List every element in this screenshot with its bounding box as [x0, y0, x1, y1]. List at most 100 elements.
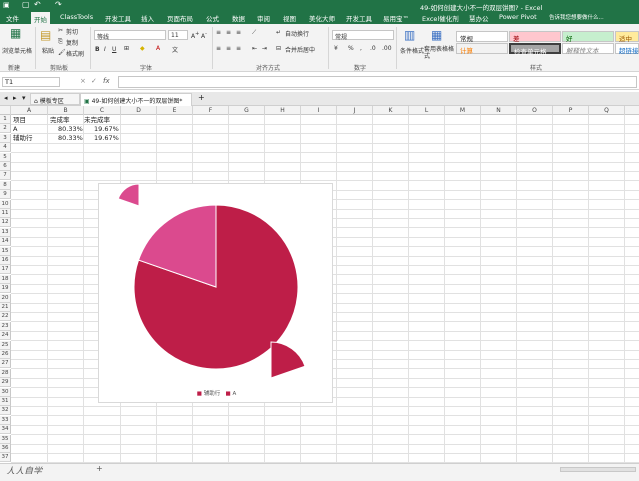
row-header[interactable]: 10	[0, 199, 11, 209]
tab-insert[interactable]: 插入	[141, 13, 154, 23]
row-header[interactable]: 31	[0, 397, 11, 406]
style-explain[interactable]: 解释性文本	[562, 43, 614, 55]
tab-menu-icon[interactable]: ▾	[22, 94, 26, 102]
align-left-icon[interactable]: ≡	[216, 45, 221, 52]
column-header[interactable]: P	[553, 106, 589, 115]
percent-icon[interactable]: %	[348, 45, 354, 52]
paste-button[interactable]: 粘贴	[42, 46, 54, 55]
row-header[interactable]: 27	[0, 359, 11, 369]
row-header[interactable]: 24	[0, 331, 11, 341]
row-header[interactable]: 32	[0, 406, 11, 416]
tab-power-pivot[interactable]: Power Pivot	[499, 13, 537, 21]
pie-slice-small-incomplete[interactable]	[117, 183, 140, 207]
name-box[interactable]: T1	[2, 77, 60, 87]
tab-easyuse[interactable]: 易用宝™	[383, 13, 409, 23]
row-header[interactable]: 21	[0, 303, 11, 312]
increase-decimal-icon[interactable]: .0	[370, 45, 376, 52]
column-header[interactable]: O	[517, 106, 553, 115]
phonetic-icon[interactable]: 文	[172, 45, 178, 54]
column-header[interactable]: D	[121, 106, 157, 115]
row-header[interactable]: 8	[0, 180, 11, 190]
row-header[interactable]: 4	[0, 143, 11, 153]
indent-decrease-icon[interactable]: ⇤	[252, 45, 257, 52]
row-header[interactable]: 20	[0, 293, 11, 303]
number-format-select[interactable]: 常规	[332, 30, 394, 41]
align-center-icon[interactable]: ≡	[226, 45, 231, 52]
fill-color-icon[interactable]: ◆	[140, 45, 145, 52]
row-header[interactable]: 33	[0, 415, 11, 425]
row-header[interactable]: 19	[0, 284, 11, 294]
align-middle-icon[interactable]: ≡	[226, 29, 231, 36]
style-normal[interactable]: 常规	[456, 31, 508, 43]
row-header[interactable]: 9	[0, 190, 11, 200]
table-format-button[interactable]: 套用表格格式	[424, 46, 454, 60]
tab-page-layout[interactable]: 页面布局	[167, 13, 193, 23]
tab-home[interactable]: 开始	[31, 12, 50, 24]
currency-icon[interactable]: ¥	[334, 45, 338, 52]
horizontal-scrollbar[interactable]	[560, 467, 636, 472]
tab-review[interactable]: 审阅	[257, 13, 270, 23]
workbook-tab-active[interactable]: ▣ 49-如何创建大小不一的双层饼图*	[80, 93, 192, 106]
row-header[interactable]: 26	[0, 350, 11, 359]
copy-button[interactable]: 复制	[66, 38, 78, 47]
italic-icon[interactable]: I	[104, 46, 106, 53]
cut-button[interactable]: 剪切	[66, 27, 78, 36]
column-header[interactable]: K	[373, 106, 409, 115]
row-header[interactable]: 36	[0, 444, 11, 453]
font-name-select[interactable]: 等线	[94, 30, 166, 41]
wrap-text-button[interactable]: 自动换行	[285, 29, 309, 38]
comma-icon[interactable]: ,	[360, 45, 362, 52]
indent-increase-icon[interactable]: ⇥	[262, 45, 267, 52]
column-header[interactable]: M	[445, 106, 481, 115]
tab-formulas[interactable]: 公式	[206, 13, 219, 23]
row-header[interactable]: 37	[0, 453, 11, 463]
style-good[interactable]: 好	[562, 31, 614, 43]
cell-a3[interactable]: 辅助行	[13, 134, 33, 143]
row-header[interactable]: 14	[0, 237, 11, 247]
row-header[interactable]: 2	[0, 124, 11, 134]
column-header[interactable]: N	[481, 106, 517, 115]
bold-icon[interactable]: B	[95, 46, 100, 53]
confirm-icon[interactable]: ✓	[91, 77, 97, 85]
border-icon[interactable]: ⊞	[124, 45, 129, 52]
row-header[interactable]: 23	[0, 321, 11, 331]
tab-view[interactable]: 视图	[283, 13, 296, 23]
tab-developer-2[interactable]: 开发工具	[346, 13, 372, 23]
column-header[interactable]: F	[193, 106, 229, 115]
row-header[interactable]: 11	[0, 209, 11, 218]
row-header[interactable]: 15	[0, 246, 11, 256]
column-header[interactable]: R	[625, 106, 639, 115]
row-header[interactable]: 18	[0, 274, 11, 284]
add-sheet-button[interactable]: +	[96, 464, 103, 473]
tab-huibangong[interactable]: 慧办公	[469, 13, 489, 23]
cancel-icon[interactable]: ×	[80, 77, 86, 85]
column-header[interactable]: J	[337, 106, 373, 115]
tab-developer[interactable]: 开发工具	[105, 13, 131, 23]
style-hyperlink[interactable]: 超链接	[615, 43, 639, 55]
tab-data[interactable]: 数据	[232, 13, 245, 23]
tab-scroll-right-icon[interactable]: ▸	[13, 94, 17, 102]
column-header[interactable]: L	[409, 106, 445, 115]
cond-format-button[interactable]: 条件格式	[400, 46, 424, 55]
row-header[interactable]: 6	[0, 162, 11, 171]
align-bottom-icon[interactable]: ≡	[236, 29, 241, 36]
format-painter-button[interactable]: 格式刷	[66, 49, 84, 58]
column-header[interactable]: I	[301, 106, 337, 115]
row-header[interactable]: 3	[0, 133, 11, 143]
save-icon[interactable]: ▢	[22, 0, 30, 9]
align-top-icon[interactable]: ≡	[216, 29, 221, 36]
column-header[interactable]: Q	[589, 106, 625, 115]
decrease-decimal-icon[interactable]: .00	[382, 45, 392, 52]
redo-icon[interactable]: ↷	[55, 0, 62, 9]
row-header[interactable]: 16	[0, 256, 11, 265]
style-check[interactable]: 检查单元格	[509, 43, 561, 56]
tab-scroll-left-icon[interactable]: ◂	[4, 94, 8, 102]
font-size-select[interactable]: 11	[168, 30, 188, 40]
row-header[interactable]: 28	[0, 368, 11, 378]
workbook-tab-template[interactable]: ⌂ 模板专区	[30, 93, 80, 105]
column-header[interactable]: G	[229, 106, 265, 115]
merge-center-button[interactable]: 合并后居中	[285, 45, 315, 54]
undo-icon[interactable]: ↶	[34, 0, 41, 9]
tab-beautify[interactable]: 美化大师	[309, 13, 335, 23]
align-right-icon[interactable]: ≡	[236, 45, 241, 52]
